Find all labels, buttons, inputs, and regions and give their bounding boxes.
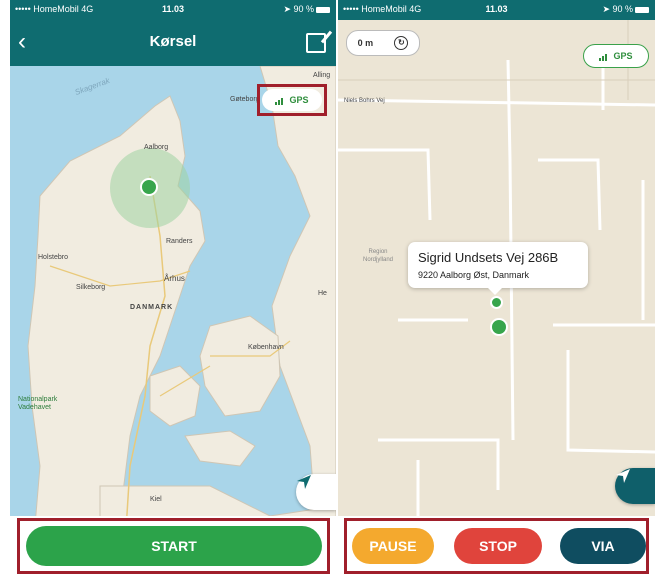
map-label-aarhus: Århus [164,274,185,283]
callout-street: Sigrid Undsets Vej 286B [418,250,559,265]
battery-text: 90 % [612,4,633,14]
status-bar: ••••• HomeMobil 4G 11.03 ➤ 90 % [338,0,655,20]
map-land-shapes [27,66,336,580]
stop-button[interactable]: STOP [454,528,542,564]
carrier-text: ••••• HomeMobil 4G [343,4,422,14]
navigation-arrow-icon [616,469,630,483]
battery-indicator: ➤ 90 % [283,4,330,15]
road-label: Niels Bohrs Vej [344,98,385,104]
map-label-danmark: DANMARK [130,304,174,311]
pause-button[interactable]: PAUSE [352,528,434,564]
map-label-silkeborg: Silkeborg [76,284,106,291]
signal-bars-icon [599,51,608,61]
callout-city: 9220 Aalborg Øst, Danmark [418,270,530,280]
gps-highlight-box [257,84,327,116]
via-button[interactable]: VIA [560,528,646,564]
navigation-arrow-icon [297,475,311,489]
map-label-aalborg: Aalborg [144,144,169,151]
locate-me-button[interactable] [615,468,655,504]
current-location-marker [140,178,158,196]
battery-indicator: ➤ 90 % [602,4,649,15]
map-label-nationalpark: Nationalpark Vadehavet [18,396,58,411]
battery-icon [316,6,330,13]
map-view[interactable]: Niels Bohrs Vej Region Nordjylland Sigri… [338,20,655,580]
map-label-randers: Randers [166,238,193,245]
gps-label: GPS [613,51,633,61]
action-bar: PAUSE STOP VIA [338,516,655,580]
map-label-he: He [318,290,327,297]
map-label-kobenhavn: København [248,344,284,351]
clock-text: 11.03 [161,4,185,14]
action-bar: START [10,516,336,580]
page-title: Kørsel [149,33,197,50]
battery-icon [635,6,649,13]
gps-indicator: GPS [583,44,649,68]
refresh-icon[interactable]: ↻ [394,36,409,50]
start-button[interactable]: START [26,526,322,566]
status-bar: ••••• HomeMobil 4G 11.03 ➤ 90 % [10,0,336,20]
address-callout[interactable]: Sigrid Undsets Vej 286B 9220 Aalborg Øst… [408,242,588,295]
distance-indicator: 0 m ↻ [346,30,420,56]
distance-value: 0 m [357,38,374,48]
battery-text: 90 % [293,4,314,14]
map-view[interactable]: Skagerrak Gøteborg Alling Aalborg Rander… [10,66,336,580]
locate-me-button[interactable] [296,474,336,510]
left-screen: ••••• HomeMobil 4G 11.03 ➤ 90 % ‹ Kørsel [10,0,336,580]
clock-text: 11.03 [485,4,508,14]
map-label-alling: Alling [313,72,331,79]
current-location-marker [490,318,508,336]
map-label-gateborg: Gøteborg [230,96,260,103]
right-screen: ••••• HomeMobil 4G 11.03 ➤ 90 % Niels Bo… [338,0,655,580]
map-label-kiel: Kiel [150,496,162,503]
route-point-marker [490,296,503,309]
carrier-text: ••••• HomeMobil 4G [15,4,94,14]
nav-bar: ‹ Kørsel [10,20,336,66]
map-label-holstebro: Holstebro [38,254,68,261]
region-label: Region Nordjylland [362,249,393,263]
edit-icon[interactable] [306,33,326,53]
